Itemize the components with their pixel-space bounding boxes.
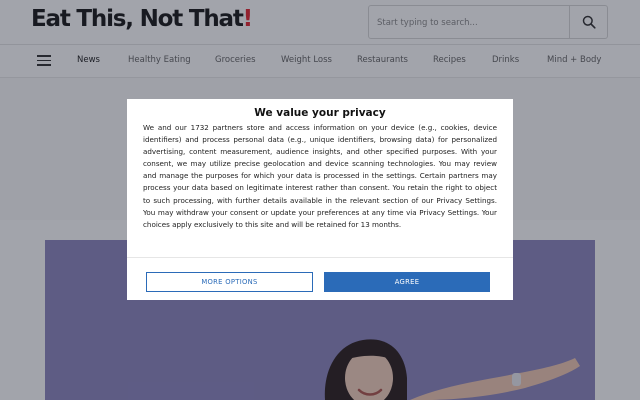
more-options-button[interactable]: MORE OPTIONS xyxy=(146,272,313,292)
dialog-divider xyxy=(127,257,513,258)
agree-button[interactable]: AGREE xyxy=(324,272,490,292)
privacy-consent-dialog: We value your privacy We and our 1732 pa… xyxy=(127,99,513,300)
dialog-title: We value your privacy xyxy=(254,107,386,119)
dialog-body-text: We and our 1732 partners store and acces… xyxy=(143,123,497,229)
